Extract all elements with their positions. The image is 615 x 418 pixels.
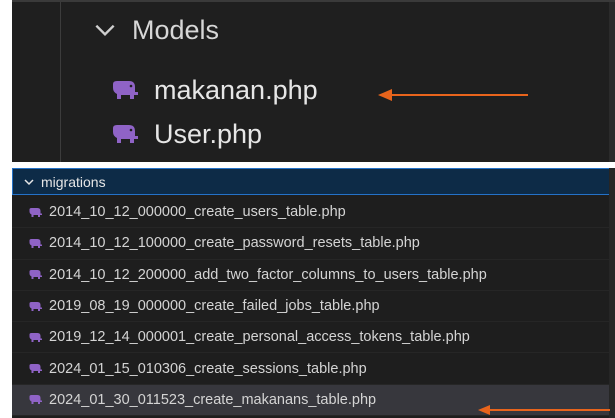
list-item[interactable]: 2014_10_12_000000_create_users_table.php xyxy=(12,197,615,229)
folder-label: Models xyxy=(132,14,220,45)
file-label: 2024_01_15_010306_create_sessions_table.… xyxy=(49,360,367,377)
file-user-php[interactable]: User.php xyxy=(110,110,262,158)
chevron-down-icon xyxy=(95,24,115,37)
folder-migrations[interactable]: migrations xyxy=(12,168,615,195)
migration-file-list: 2014_10_12_000000_create_users_table.php… xyxy=(12,197,615,417)
php-elephant-icon xyxy=(113,125,138,143)
folder-models[interactable]: Models xyxy=(92,8,219,52)
php-elephant-icon xyxy=(29,395,42,405)
list-item[interactable]: 2014_10_12_100000_create_password_resets… xyxy=(12,228,615,260)
file-label: User.php xyxy=(154,118,263,149)
file-label: makanan.php xyxy=(154,74,318,105)
scrollbar[interactable] xyxy=(609,2,615,162)
file-label: 2024_01_30_011523_create_makanans_table.… xyxy=(49,391,377,408)
php-elephant-icon xyxy=(29,207,42,217)
folder-label: migrations xyxy=(41,173,106,190)
file-label: 2019_12_14_000001_create_personal_access… xyxy=(49,329,470,346)
annotation-arrow-icon xyxy=(478,405,610,415)
php-elephant-icon xyxy=(29,238,42,248)
file-label: 2014_10_12_100000_create_password_resets… xyxy=(49,235,420,252)
php-elephant-icon xyxy=(29,364,42,374)
list-item[interactable]: 2014_10_12_200000_add_two_factor_columns… xyxy=(12,260,615,291)
php-elephant-icon xyxy=(29,301,42,311)
models-explorer-zoom: Models makanan.php User.php xyxy=(12,0,615,162)
php-elephant-icon xyxy=(29,270,42,280)
annotation-arrow-icon xyxy=(378,89,528,101)
php-elephant-icon xyxy=(29,332,42,342)
migrations-explorer: migrations 2014_10_12_000000_create_user… xyxy=(12,168,615,418)
file-label: 2014_10_12_000000_create_users_table.php xyxy=(49,204,346,221)
file-makanan-php[interactable]: makanan.php xyxy=(110,66,318,114)
file-label: 2014_10_12_200000_add_two_factor_columns… xyxy=(49,266,487,283)
scrollbar[interactable] xyxy=(609,168,615,418)
indent-guide xyxy=(60,2,61,162)
php-elephant-icon xyxy=(113,81,138,99)
list-item[interactable]: 2019_12_14_000001_create_personal_access… xyxy=(12,322,615,354)
list-item[interactable]: 2019_08_19_000000_create_failed_jobs_tab… xyxy=(12,291,615,323)
chevron-down-icon xyxy=(24,178,34,185)
file-label: 2019_08_19_000000_create_failed_jobs_tab… xyxy=(49,298,380,315)
list-item[interactable]: 2024_01_15_010306_create_sessions_table.… xyxy=(12,353,615,385)
